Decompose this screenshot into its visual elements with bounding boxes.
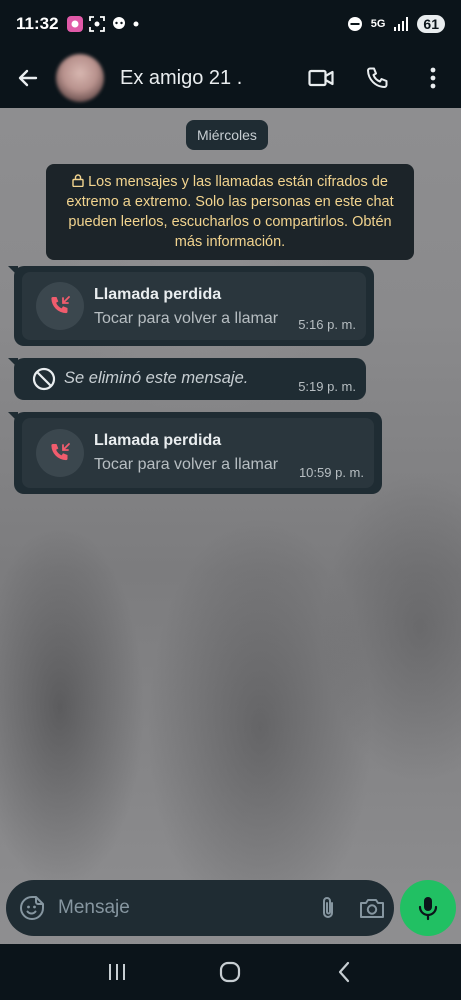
recent-apps-icon	[108, 964, 125, 980]
deleted-message-text: Se eliminó este mensaje.	[64, 369, 249, 387]
back-button[interactable]	[0, 48, 56, 108]
signal-icon	[394, 17, 409, 31]
system-nav-bar	[0, 944, 461, 1000]
home-icon	[220, 961, 241, 983]
message-time: 5:19 p. m.	[298, 379, 356, 394]
message-missed-call[interactable]: Llamada perdida Tocar para volver a llam…	[8, 266, 374, 346]
video-call-button[interactable]	[293, 48, 349, 108]
chat-area[interactable]: Miércoles Los mensajes y las llamadas es…	[0, 108, 461, 950]
call-title: Llamada perdida	[94, 286, 222, 303]
voice-message-button[interactable]	[400, 880, 456, 936]
status-right: 5G 61	[347, 15, 445, 33]
recent-apps-button[interactable]	[97, 952, 137, 992]
header-actions	[293, 48, 461, 108]
screenshot-icon	[88, 16, 105, 32]
home-button[interactable]	[210, 952, 250, 992]
lock-icon	[72, 174, 84, 187]
message-missed-call[interactable]: Llamada perdida Tocar para volver a llam…	[8, 412, 382, 494]
message-time: 10:59 p. m.	[298, 465, 364, 480]
sticker-icon	[20, 896, 44, 920]
call-subtitle: Tocar para volver a llamar	[94, 456, 279, 473]
phone-icon	[367, 67, 388, 88]
status-time: 11:32	[16, 14, 59, 33]
encryption-notice-text: Los mensajes y las llamadas están cifrad…	[66, 174, 394, 250]
call-card[interactable]: Llamada perdida Tocar para volver a llam…	[22, 418, 374, 488]
video-call-icon	[308, 69, 334, 87]
status-notification-icons	[66, 16, 139, 32]
voice-call-button[interactable]	[349, 48, 405, 108]
mic-icon	[418, 897, 438, 921]
attach-icon	[323, 897, 333, 918]
encryption-notice[interactable]: Los mensajes y las llamadas están cifrad…	[46, 164, 414, 260]
attach-button[interactable]	[306, 880, 350, 936]
date-chip: Miércoles	[186, 120, 268, 150]
call-subtitle: Tocar para volver a llamar	[94, 310, 279, 327]
arrow-back-icon	[18, 69, 38, 87]
call-title: Llamada perdida	[94, 432, 222, 449]
network-type: 5G	[370, 18, 386, 30]
message-deleted[interactable]: Se eliminó este mensaje. 5:19 p. m.	[8, 358, 366, 400]
battery-level: 61	[417, 15, 445, 33]
bubble-tail	[8, 412, 18, 422]
status-bar: 11:32 5G 61	[0, 0, 461, 48]
chevron-left-icon	[339, 961, 350, 983]
more-vertical-icon	[430, 67, 436, 89]
more-options-button[interactable]	[405, 48, 461, 108]
do-not-disturb-icon	[347, 17, 362, 31]
missed-call-icon-circle	[36, 282, 84, 330]
missed-call-icon-circle	[36, 429, 84, 477]
contact-avatar[interactable]	[56, 54, 104, 102]
bubble-tail	[8, 358, 18, 368]
sticker-button[interactable]	[6, 880, 58, 936]
message-composer	[6, 880, 394, 936]
chat-header: Ex amigo 21 .	[0, 48, 461, 108]
missed-call-icon	[51, 296, 70, 314]
camera-icon	[360, 899, 384, 918]
bubble-tail	[8, 266, 18, 276]
contact-name[interactable]: Ex amigo 21 .	[120, 67, 242, 90]
call-card[interactable]: Llamada perdida Tocar para volver a llam…	[22, 272, 366, 340]
system-back-button[interactable]	[324, 952, 364, 992]
blocked-icon	[32, 367, 56, 391]
message-input[interactable]	[58, 880, 306, 936]
message-time: 5:16 p. m.	[298, 317, 356, 332]
chat-notification-icon	[112, 17, 125, 29]
missed-call-icon	[51, 443, 70, 461]
camera-button[interactable]	[350, 880, 394, 936]
app-notification-icon	[66, 16, 83, 32]
more-notifications-dot-icon	[133, 21, 139, 27]
